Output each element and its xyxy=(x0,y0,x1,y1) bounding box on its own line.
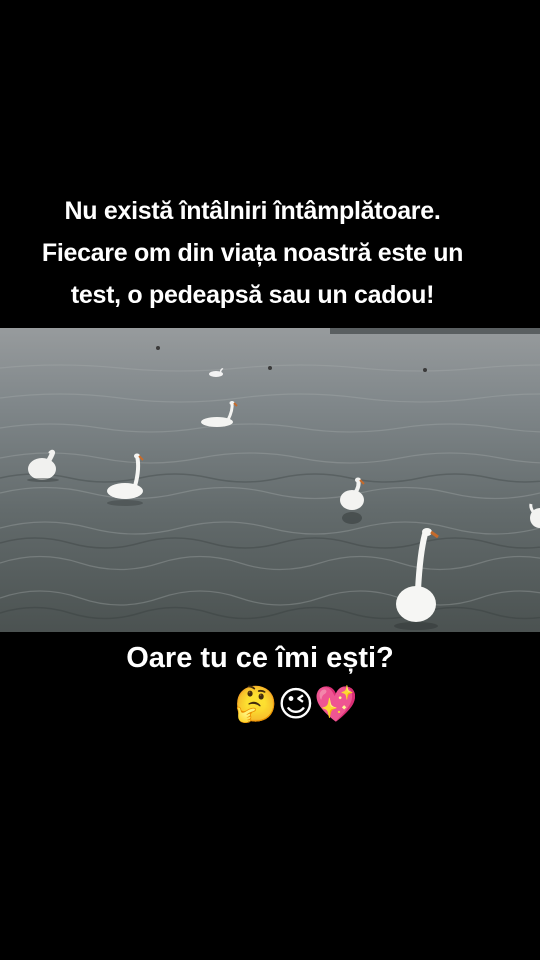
quote-text: Nu există întâlniri întâmplătoare. Fieca… xyxy=(0,190,505,316)
quote-line-2: Fiecare om din viața noastră este un xyxy=(41,239,464,267)
question-text: Oare tu ce îmi ești? xyxy=(126,642,394,674)
swans-lake-photo xyxy=(0,328,540,632)
quote-line-1: Nu există întâlniri întâmplătoare. xyxy=(64,197,441,225)
quote-line-3: test, o pedeapsă sau un cadou! xyxy=(70,281,435,309)
emoji-row: 🤔😉💖 xyxy=(234,685,358,725)
